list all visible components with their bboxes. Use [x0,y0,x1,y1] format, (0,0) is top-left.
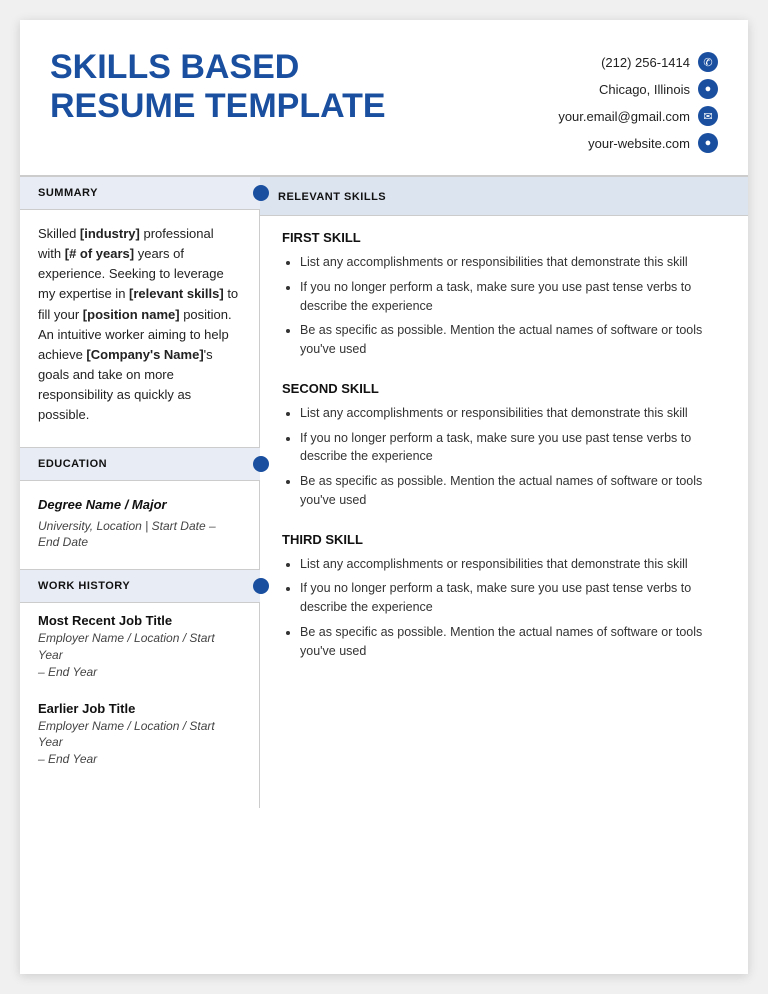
summary-text: Skilled [industry] professional with [# … [38,224,239,425]
skill-3-bullet-1: List any accomplishments or responsibili… [300,555,726,574]
skill-list-1: List any accomplishments or responsibili… [282,253,726,359]
skill-1-bullet-1: List any accomplishments or responsibili… [300,253,726,272]
resume-page: SKILLS BASED RESUME TEMPLATE (212) 256-1… [20,20,748,974]
email-text: your.email@gmail.com [558,109,690,124]
education-dot [253,456,269,472]
summary-header: SUMMARY [20,176,260,210]
summary-bold-5: [Company's Name] [86,347,203,362]
left-column: SUMMARY Skilled [industry] professional … [20,176,260,808]
job-entry-1: Most Recent Job Title Employer Name / Lo… [20,603,259,680]
skill-title-3: THIRD SKILL [282,532,726,547]
summary-bold-1: [industry] [80,226,140,241]
skill-2-bullet-3: Be as specific as possible. Mention the … [300,472,726,510]
job-title-1: Most Recent Job Title [38,613,241,628]
contact-website: your-website.com ● [588,133,718,153]
skill-block-3: THIRD SKILL List any accomplishments or … [282,532,726,661]
header: SKILLS BASED RESUME TEMPLATE (212) 256-1… [20,20,748,176]
work-history-content: Most Recent Job Title Employer Name / Lo… [20,603,259,768]
work-history-header: WORK HISTORY [20,569,260,603]
phone-icon: ✆ [698,52,718,72]
school-info: University, Location | Start Date – End … [38,518,239,552]
summary-content: Skilled [industry] professional with [# … [20,210,259,447]
skill-title-2: SECOND SKILL [282,381,726,396]
contact-location: Chicago, Illinois ● [599,79,718,99]
education-label: EDUCATION [38,458,107,470]
skill-2-bullet-1: List any accomplishments or responsibili… [300,404,726,423]
website-text: your-website.com [588,136,690,151]
contact-email: your.email@gmail.com ✉ [558,106,718,126]
location-icon: ● [698,79,718,99]
skills-header: RELEVANT SKILLS [260,176,748,216]
skills-content: FIRST SKILL List any accomplishments or … [260,216,748,688]
work-history-label: WORK HISTORY [38,580,130,592]
summary-bold-2: [# of years] [65,246,134,261]
right-column: RELEVANT SKILLS FIRST SKILL List any acc… [260,176,748,808]
skill-list-3: List any accomplishments or responsibili… [282,555,726,661]
skills-label: RELEVANT SKILLS [278,191,386,203]
website-icon: ● [698,133,718,153]
skill-3-bullet-2: If you no longer perform a task, make su… [300,579,726,617]
contact-phone: (212) 256-1414 ✆ [601,52,718,72]
education-content: Degree Name / Major University, Location… [20,481,259,569]
contact-info: (212) 256-1414 ✆ Chicago, Illinois ● you… [518,52,718,153]
job-entry-2: Earlier Job Title Employer Name / Locati… [20,691,259,768]
resume-title: SKILLS BASED RESUME TEMPLATE [50,48,518,126]
skill-2-bullet-2: If you no longer perform a task, make su… [300,429,726,467]
summary-bold-4: [position name] [83,307,180,322]
skill-1-bullet-2: If you no longer perform a task, make su… [300,278,726,316]
body: SUMMARY Skilled [industry] professional … [20,176,748,808]
summary-dot [253,185,269,201]
skill-3-bullet-3: Be as specific as possible. Mention the … [300,623,726,661]
skill-list-2: List any accomplishments or responsibili… [282,404,726,510]
skill-1-bullet-3: Be as specific as possible. Mention the … [300,321,726,359]
skill-title-1: FIRST SKILL [282,230,726,245]
skill-block-2: SECOND SKILL List any accomplishments or… [282,381,726,510]
email-icon: ✉ [698,106,718,126]
summary-bold-3: [relevant skills] [129,286,224,301]
education-header: EDUCATION [20,447,260,481]
summary-label: SUMMARY [38,187,98,199]
job-meta-1: Employer Name / Location / Start Year– E… [38,630,241,680]
location-text: Chicago, Illinois [599,82,690,97]
work-history-dot [253,578,269,594]
job-meta-2: Employer Name / Location / Start Year– E… [38,718,241,768]
title-line1: SKILLS BASED RESUME TEMPLATE [50,48,518,126]
skill-block-1: FIRST SKILL List any accomplishments or … [282,230,726,359]
job-title-2: Earlier Job Title [38,701,241,716]
phone-text: (212) 256-1414 [601,55,690,70]
degree-name: Degree Name / Major [38,495,239,515]
